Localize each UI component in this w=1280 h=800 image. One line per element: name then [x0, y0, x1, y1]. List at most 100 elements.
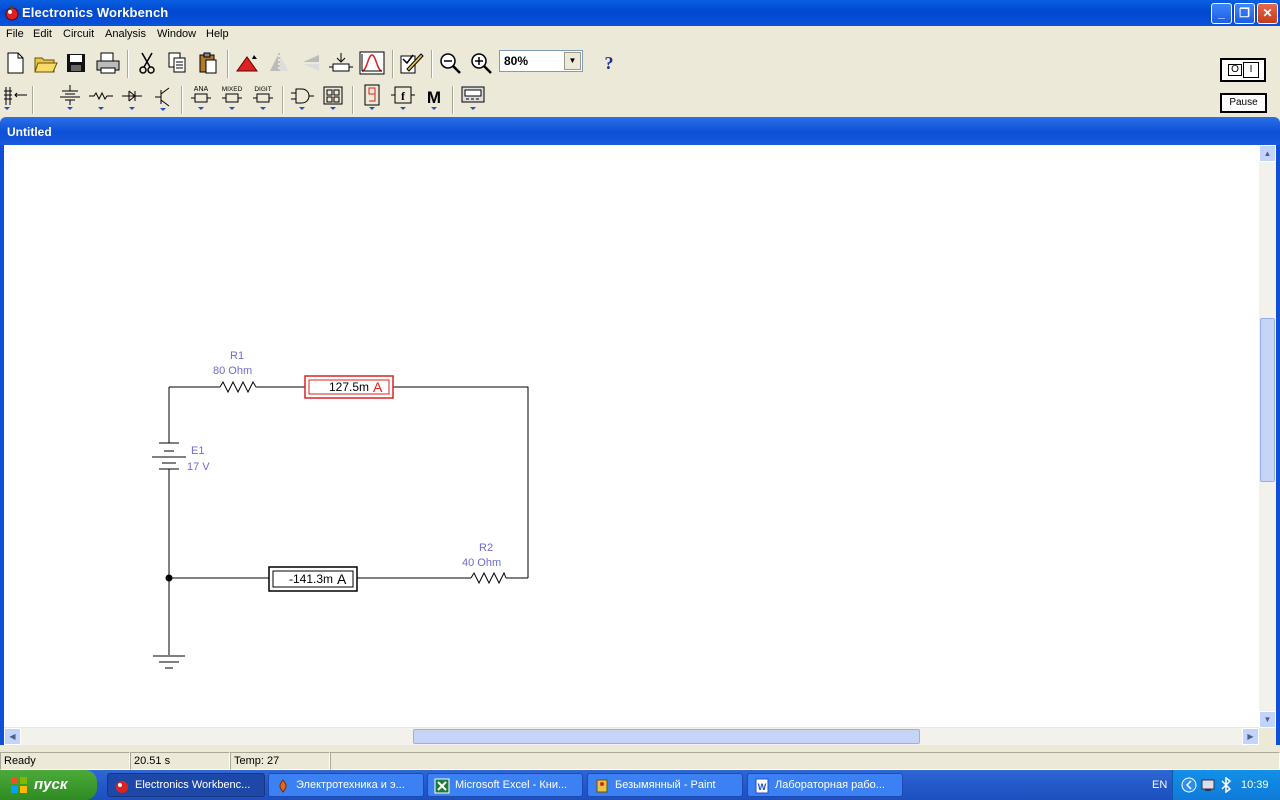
menu-circuit[interactable]: Circuit [63, 28, 94, 40]
word-icon: W [755, 778, 769, 794]
chevron-down-icon[interactable]: ▼ [564, 52, 581, 70]
window-titlebar[interactable]: Electronics Workbench _ ❐ ✕ [0, 0, 1280, 26]
resistor-r1[interactable]: R1 80 Ohm [213, 350, 257, 394]
digital-bin-button[interactable] [319, 82, 347, 112]
resistor-icon [89, 91, 113, 110]
pause-button[interactable]: Pause [1220, 93, 1267, 113]
ammeter-1-reading: 127.5m [329, 380, 369, 394]
e1-value: 17 V [187, 461, 210, 473]
scroll-left-icon[interactable]: ◀ [4, 728, 21, 745]
document-titlebar[interactable]: Untitled [0, 117, 1280, 145]
paste-button[interactable] [194, 48, 222, 78]
minimize-button[interactable]: _ [1211, 3, 1232, 24]
cut-button[interactable] [133, 48, 161, 78]
create-subcircuit-button[interactable] [358, 48, 386, 78]
power-off-label: O [1228, 64, 1242, 76]
flip-horizontal-button[interactable] [265, 48, 293, 78]
r2-value: 40 Ohm [462, 557, 501, 569]
analog-ics-bin-button[interactable]: ANA [187, 82, 215, 112]
miscellaneous-bin-button[interactable]: M [420, 82, 448, 112]
start-label: пуск [34, 776, 68, 793]
save-button[interactable] [62, 48, 90, 78]
toolbar-separator [431, 50, 433, 78]
component-properties-button[interactable] [327, 48, 355, 78]
basic-bin-button[interactable] [87, 82, 115, 112]
start-button[interactable]: пуск [0, 770, 97, 800]
horizontal-scrollbar[interactable]: ◀ ▶ [4, 728, 1259, 745]
task-paint[interactable]: Безымянный - Paint [587, 773, 743, 797]
toolbar-separator [352, 86, 354, 114]
tray-expand-icon[interactable] [1181, 777, 1197, 793]
menu-edit[interactable]: Edit [33, 28, 52, 40]
language-indicator[interactable]: EN [1152, 779, 1167, 791]
task-reader[interactable]: Электротехника и э... [268, 773, 424, 797]
restore-button[interactable]: ❐ [1234, 3, 1255, 24]
task-label: Microsoft Excel - Кни... [455, 779, 568, 791]
help-icon: ? [604, 52, 614, 73]
digital-ics-bin-button[interactable]: DIGIT [249, 82, 277, 112]
task-electronics-workbench[interactable]: Electronics Workbenc... [107, 773, 265, 797]
logic-gates-bin-button[interactable] [288, 82, 316, 112]
status-empty [330, 752, 1280, 770]
vertical-scroll-thumb[interactable] [1260, 318, 1275, 482]
battery-e1[interactable]: E1 17 V [152, 442, 210, 473]
help-button[interactable]: ? [594, 48, 624, 78]
copy-button[interactable] [163, 48, 191, 78]
scroll-down-icon[interactable]: ▼ [1259, 711, 1276, 728]
transistors-bin-button[interactable] [149, 82, 177, 112]
menu-file[interactable]: File [6, 28, 24, 40]
power-switch[interactable]: O I [1220, 58, 1266, 82]
ammeter-1[interactable]: 127.5m A [304, 375, 394, 399]
instruments-bin-button[interactable] [459, 82, 487, 112]
diode-icon [122, 90, 142, 110]
seven-segment-icon [364, 84, 380, 110]
ammeter-2[interactable]: -141.3m A [268, 566, 358, 592]
vertical-scrollbar[interactable]: ▲ ▼ [1259, 145, 1276, 728]
document-title: Untitled [7, 125, 52, 139]
mixed-label: MIXED [222, 86, 243, 93]
task-label: Electronics Workbenc... [135, 779, 251, 791]
zoom-out-button[interactable] [436, 48, 464, 78]
flip-vertical-button[interactable] [296, 48, 324, 78]
print-button[interactable] [94, 48, 122, 78]
indicators-bin-button[interactable] [358, 82, 386, 112]
favorites-bin-button[interactable] [1, 82, 29, 112]
and-gate-icon [291, 88, 314, 110]
description-button[interactable] [398, 48, 426, 78]
diodes-bin-button[interactable] [118, 82, 146, 112]
horizontal-scroll-thumb[interactable] [413, 729, 920, 744]
bluetooth-icon[interactable] [1219, 777, 1233, 793]
open-file-button[interactable] [32, 48, 60, 78]
zoom-select[interactable]: 80% ▼ [499, 50, 583, 72]
window-title: Electronics Workbench [22, 5, 169, 20]
zoom-value: 80% [504, 54, 529, 68]
transistor-icon [155, 87, 170, 111]
mixed-ics-bin-button[interactable]: MIXED [218, 82, 246, 112]
task-word[interactable]: W Лабораторная рабо... [747, 773, 903, 797]
scroll-up-icon[interactable]: ▲ [1259, 145, 1276, 162]
zoom-in-button[interactable] [467, 48, 495, 78]
new-file-button[interactable] [1, 48, 29, 78]
task-excel[interactable]: Microsoft Excel - Кни... [427, 773, 583, 797]
menu-help[interactable]: Help [206, 28, 229, 40]
open-folder-icon [34, 57, 58, 73]
sources-bin-button[interactable] [56, 82, 84, 112]
printer-icon [96, 52, 120, 74]
circuit-canvas[interactable]: R1 80 Ohm 127.5m A E1 17 V -141.3m A R2 … [4, 145, 1259, 727]
app-root: Electronics Workbench _ ❐ ✕ File Edit Ci… [0, 0, 1280, 800]
menu-window[interactable]: Window [157, 28, 196, 40]
menu-analysis[interactable]: Analysis [105, 28, 146, 40]
network-icon[interactable] [1200, 777, 1216, 793]
scroll-right-icon[interactable]: ▶ [1242, 728, 1259, 745]
status-state: Ready [0, 752, 130, 770]
resistor-r2[interactable]: R2 40 Ohm [462, 542, 507, 585]
junction-node[interactable] [165, 574, 173, 582]
e1-name: E1 [191, 445, 204, 457]
ana-label: ANA [194, 86, 209, 93]
clock[interactable]: 10:39 [1241, 779, 1269, 791]
workbench-app-icon [5, 6, 19, 21]
rotate-button[interactable] [233, 48, 261, 78]
controls-bin-button[interactable]: f [389, 82, 417, 112]
close-button[interactable]: ✕ [1257, 3, 1278, 24]
ground-symbol[interactable] [153, 655, 185, 669]
